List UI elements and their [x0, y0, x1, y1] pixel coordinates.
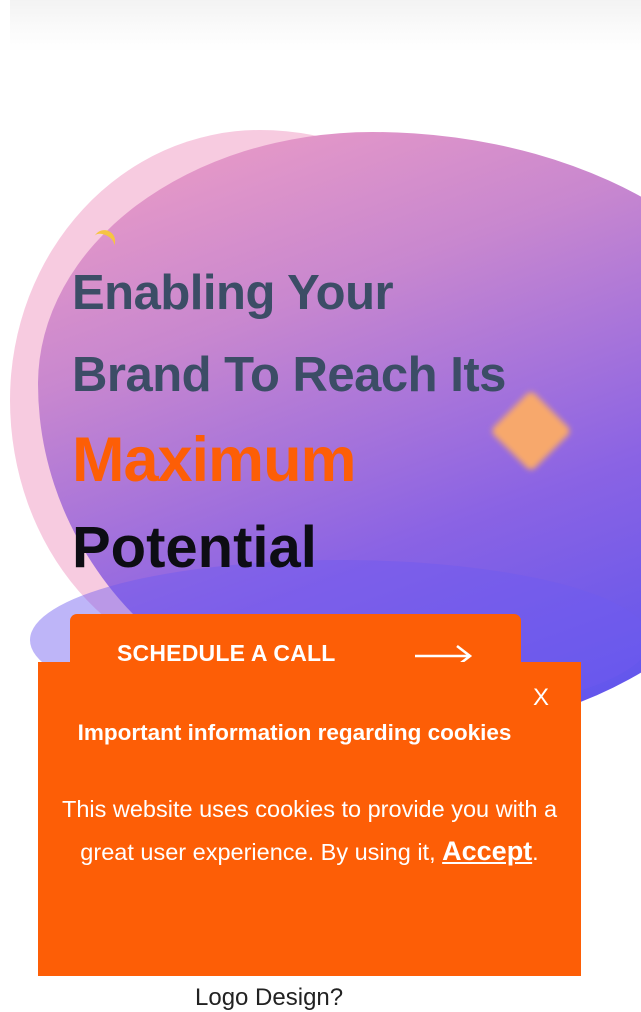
- cookie-banner-title: Important information regarding cookies: [77, 720, 512, 745]
- hero-headline: Enabling Your Brand To Reach Its Maximum…: [72, 252, 506, 592]
- logo-design-heading: Logo Design?: [195, 984, 344, 1011]
- headline-highlight: Maximum: [72, 425, 357, 495]
- headline-line-2: Brand To Reach Its: [72, 348, 506, 402]
- cookie-banner: X Important information regarding cookie…: [38, 662, 581, 976]
- close-cookie-button[interactable]: X: [533, 684, 549, 712]
- headline-line-1: Enabling Your: [72, 266, 394, 320]
- headline-line-4: Potential: [72, 515, 317, 580]
- cookie-banner-suffix: .: [532, 839, 539, 865]
- accept-cookies-link[interactable]: Accept: [442, 836, 532, 866]
- cookie-banner-body: This website uses cookies to provide you…: [54, 788, 565, 873]
